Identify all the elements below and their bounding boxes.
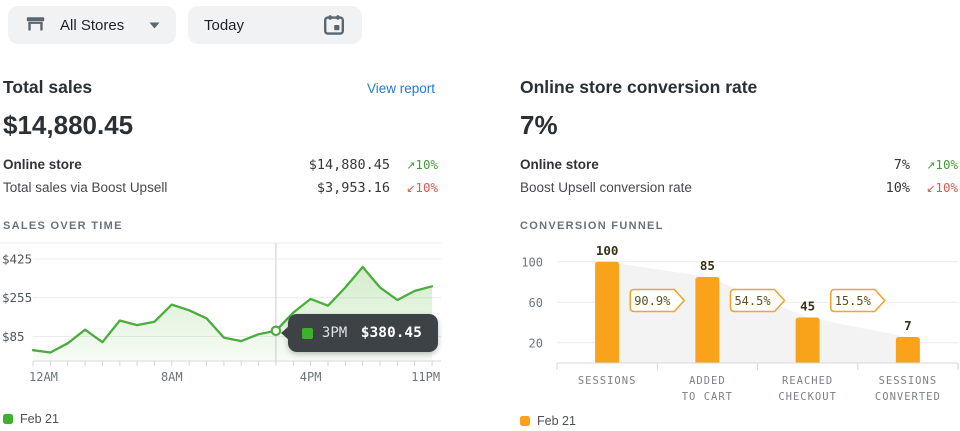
total-sales-title: Total sales: [3, 77, 92, 98]
legend-swatch: [520, 416, 530, 426]
row-change: ↙10%: [390, 180, 438, 195]
row-value: 7%: [800, 157, 910, 173]
row-label: Online store: [3, 157, 280, 172]
bar-value-label: 100: [596, 243, 619, 258]
total-sales-value: $14,880.45: [3, 110, 133, 141]
conversion-breakdown: Online store 7% ↗10% Boost Upsell conver…: [520, 153, 958, 199]
tooltip-value: $380.45: [361, 325, 422, 341]
bar-value-label: 7: [904, 318, 912, 333]
funnel-legend: Feb 21: [520, 414, 576, 428]
table-row: Online store $14,880.45 ↗10%: [3, 153, 438, 176]
store-icon: [24, 14, 47, 36]
funnel-category-label: SESSIONS: [578, 375, 637, 387]
row-change: ↙10%: [910, 180, 958, 195]
sales-over-time-heading: SALES OVER TIME: [3, 220, 123, 232]
funnel-category-label: CHECKOUT: [778, 391, 837, 403]
x-axis-label: 4PM: [300, 370, 322, 384]
store-filter-label: All Stores: [60, 17, 124, 34]
conversion-rate-value: 7%: [520, 110, 558, 141]
table-row: Total sales via Boost Upsell $3,953.16 ↙…: [3, 176, 438, 199]
funnel-chart-svg: 100 60 20 100 85 45 7 90.9% 54.5% 15.5% S…: [503, 240, 960, 415]
bar-value-label: 45: [800, 298, 815, 313]
conversion-badge-label: 15.5%: [835, 294, 872, 308]
row-label: Total sales via Boost Upsell: [3, 180, 280, 195]
date-filter-button[interactable]: Today: [188, 6, 362, 44]
view-report-link[interactable]: View report: [367, 81, 435, 96]
conversion-rate-title: Online store conversion rate: [520, 77, 757, 98]
dashboard: All Stores Today Total sales View report…: [0, 0, 960, 431]
funnel-band: [607, 262, 908, 363]
total-sales-breakdown: Online store $14,880.45 ↗10% Total sales…: [3, 153, 438, 199]
date-filter-label: Today: [204, 17, 244, 34]
funnel-bar: [896, 337, 920, 363]
legend-label: Feb 21: [20, 412, 59, 426]
hover-marker: [272, 327, 280, 335]
row-change: ↗10%: [390, 157, 438, 172]
y-axis-tick: 60: [529, 296, 543, 310]
row-value: $14,880.45: [280, 157, 390, 173]
conversion-badge-label: 90.9%: [634, 294, 671, 308]
row-change: ↗10%: [910, 157, 958, 172]
funnel-bar: [695, 277, 719, 363]
chevron-down-icon: [149, 22, 160, 29]
x-axis-label: 11PM: [411, 370, 440, 384]
row-label: Online store: [520, 157, 800, 172]
y-axis-tick: $85: [2, 329, 25, 344]
conversion-badge-label: 54.5%: [734, 294, 771, 308]
calendar-icon: [322, 13, 346, 37]
y-axis-tick: $255: [2, 290, 32, 305]
funnel-category-label: ADDED: [689, 375, 726, 387]
x-axis-label: 8AM: [161, 370, 183, 384]
funnel-bar: [595, 262, 619, 363]
legend-swatch: [3, 414, 13, 424]
row-label: Boost Upsell conversion rate: [520, 180, 800, 195]
row-value: 10%: [800, 180, 910, 196]
y-axis-tick: 20: [529, 336, 543, 350]
bar-value-label: 85: [700, 258, 715, 273]
sales-over-time-chart[interactable]: $425 $255 $85 12AM 8AM 4PM 11PM 3PM $380.45: [0, 240, 447, 395]
y-axis-tick: $425: [2, 252, 32, 267]
funnel-category-label: SESSIONS: [879, 375, 938, 387]
conversion-funnel-heading: CONVERSION FUNNEL: [520, 220, 664, 232]
table-row: Online store 7% ↗10%: [520, 153, 958, 176]
funnel-bar: [796, 317, 820, 363]
conversion-funnel-chart[interactable]: 100 60 20 100 85 45 7 90.9% 54.5% 15.5% S…: [503, 240, 960, 415]
funnel-category-label: CONVERTED: [875, 391, 941, 403]
funnel-category-label: REACHED: [782, 375, 833, 387]
tooltip-series-swatch: [302, 328, 313, 339]
tooltip-time: 3PM: [322, 325, 347, 341]
x-axis-label: 12AM: [29, 370, 58, 384]
chart-tooltip: 3PM $380.45: [288, 314, 438, 352]
legend-label: Feb 21: [537, 414, 576, 428]
table-row: Boost Upsell conversion rate 10% ↙10%: [520, 176, 958, 199]
y-axis-tick: 100: [521, 255, 543, 269]
sales-legend: Feb 21: [3, 412, 59, 426]
funnel-category-label: TO CART: [682, 391, 733, 403]
store-filter-button[interactable]: All Stores: [8, 6, 176, 44]
row-value: $3,953.16: [280, 180, 390, 196]
